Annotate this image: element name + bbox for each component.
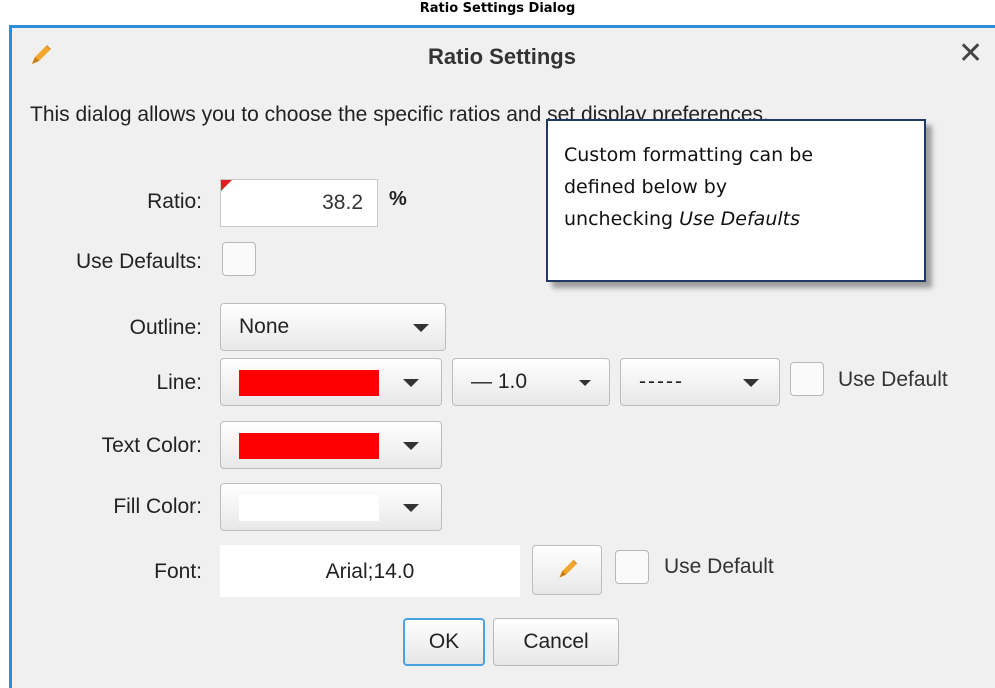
- line-color-select[interactable]: [220, 358, 442, 406]
- callout-line-1: Custom formatting can be: [564, 144, 814, 166]
- font-value: Arial;14.0: [325, 560, 415, 583]
- line-label: Line:: [156, 371, 202, 394]
- figure-caption: Ratio Settings Dialog: [419, 1, 576, 16]
- chevron-down-icon: [403, 442, 419, 450]
- ratio-input[interactable]: 38.2: [220, 179, 378, 227]
- pencil-icon: [559, 559, 578, 578]
- font-label: Font:: [154, 560, 202, 583]
- outline-label: Outline:: [129, 316, 202, 339]
- font-use-default-label: Use Default: [664, 555, 774, 578]
- fill-color-swatch: [239, 495, 379, 521]
- line-style-select[interactable]: -----: [620, 358, 780, 406]
- line-use-default-label: Use Default: [838, 368, 948, 391]
- chevron-down-icon: [413, 324, 429, 332]
- callout-emphasis: Use Defaults: [679, 208, 800, 230]
- close-icon[interactable]: ✕: [958, 39, 983, 69]
- cancel-button[interactable]: Cancel: [493, 618, 619, 666]
- chevron-down-icon: [579, 380, 591, 386]
- callout-line-2: defined below by: [564, 176, 728, 198]
- callout-line-3-prefix: unchecking: [564, 208, 680, 230]
- ratio-value: 38.2: [322, 191, 363, 214]
- outline-selected-value: None: [239, 315, 290, 338]
- use-defaults-checkbox[interactable]: [222, 242, 256, 276]
- ratio-unit: %: [389, 188, 407, 210]
- chevron-down-icon: [743, 379, 759, 387]
- font-field: Arial;14.0: [220, 545, 520, 597]
- outline-select[interactable]: None: [220, 303, 446, 351]
- text-color-label: Text Color:: [101, 434, 202, 457]
- chevron-down-icon: [403, 504, 419, 512]
- line-color-swatch: [239, 370, 379, 396]
- dialog-titlebar: Ratio Settings ✕: [12, 28, 995, 94]
- ok-button[interactable]: OK: [403, 618, 485, 666]
- fill-color-select[interactable]: [220, 483, 442, 531]
- line-width-select[interactable]: — 1.0: [452, 358, 610, 406]
- line-style-value: -----: [639, 370, 684, 393]
- font-use-default-checkbox[interactable]: [615, 550, 649, 584]
- text-color-swatch: [239, 433, 379, 459]
- chevron-down-icon: [403, 379, 419, 387]
- dialog-title: Ratio Settings: [428, 44, 576, 69]
- callout-tooltip: Custom formatting can be defined below b…: [546, 119, 926, 282]
- fill-color-label: Fill Color:: [113, 495, 202, 518]
- validation-marker-icon: [221, 180, 232, 191]
- ratio-label: Ratio:: [147, 190, 202, 213]
- line-width-value: — 1.0: [471, 370, 528, 393]
- line-use-default-checkbox[interactable]: [790, 362, 824, 396]
- text-color-select[interactable]: [220, 421, 442, 469]
- use-defaults-label: Use Defaults:: [75, 250, 202, 273]
- callout-line-3: unchecking Use Defaults: [564, 203, 908, 235]
- edit-font-button[interactable]: [532, 545, 602, 595]
